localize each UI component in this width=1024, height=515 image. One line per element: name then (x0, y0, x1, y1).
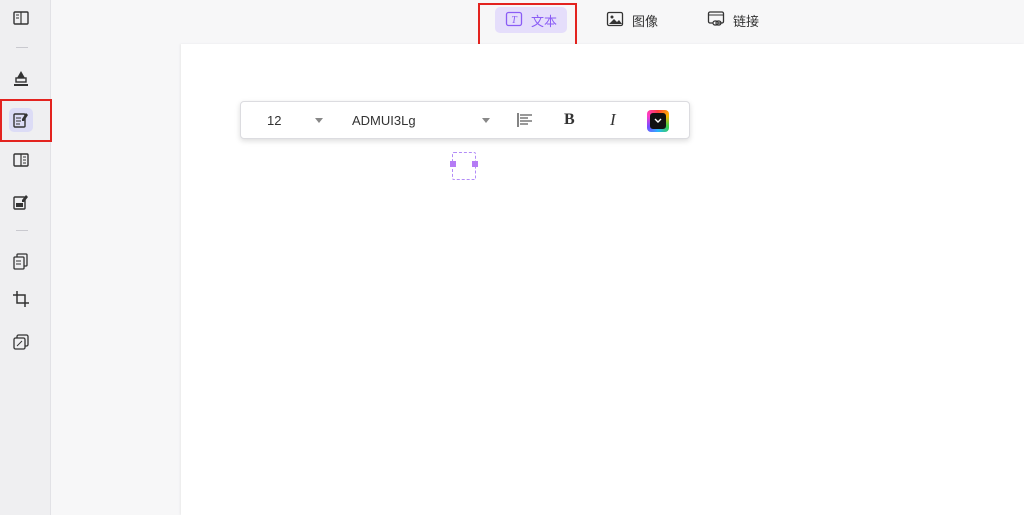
image-icon (606, 10, 624, 31)
svg-text:T: T (511, 15, 518, 26)
chevron-down-icon (482, 117, 490, 123)
form-edit-icon[interactable] (9, 190, 33, 214)
italic-button[interactable]: I (610, 102, 616, 138)
reader-icon[interactable] (9, 6, 33, 30)
font-size-dropdown[interactable] (315, 102, 323, 138)
organize-pages-icon[interactable] (9, 148, 33, 172)
highlighter-icon[interactable] (9, 66, 33, 90)
left-sidebar (0, 0, 51, 515)
image-tool-label: 图像 (632, 13, 659, 29)
text-icon: T (505, 10, 523, 31)
crop-icon[interactable] (9, 287, 33, 311)
font-name-dropdown[interactable] (482, 102, 490, 138)
bold-button[interactable]: B (564, 102, 575, 138)
sidebar-divider (16, 47, 28, 48)
convert-icon[interactable] (9, 249, 33, 273)
text-color-button[interactable] (647, 110, 669, 132)
image-tool-button[interactable]: 图像 (596, 7, 668, 33)
align-left-icon (517, 113, 532, 127)
edit-text-icon[interactable] (9, 108, 33, 132)
batch-icon[interactable] (9, 330, 33, 354)
text-box-placeholder[interactable] (450, 152, 478, 180)
font-name-value[interactable]: ADMUI3Lg (352, 102, 416, 138)
text-tool-button[interactable]: T 文本 (495, 7, 568, 33)
link-tool-label: 链接 (733, 13, 760, 29)
align-left-button[interactable] (516, 102, 534, 138)
chevron-down-icon (315, 117, 323, 123)
link-tool-button[interactable]: 链接 (697, 7, 769, 33)
chevron-down-icon (650, 113, 666, 129)
resize-handle-right[interactable] (472, 161, 478, 167)
text-format-bar: 12 ADMUI3Lg B I (240, 101, 690, 139)
link-icon (707, 10, 725, 31)
text-tool-label: 文本 (531, 13, 558, 29)
sidebar-divider (16, 230, 28, 231)
resize-handle-left[interactable] (450, 161, 456, 167)
font-size-value[interactable]: 12 (267, 102, 281, 138)
